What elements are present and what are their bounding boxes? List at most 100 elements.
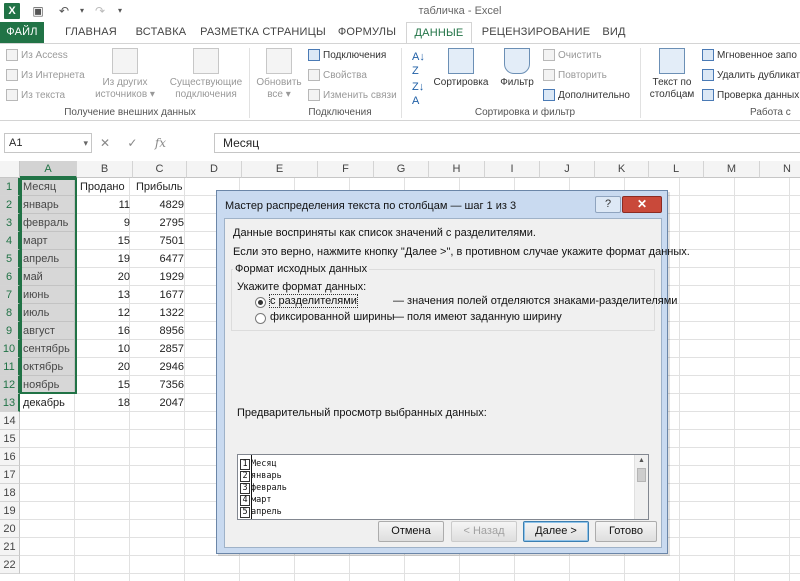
column-header-d[interactable]: D [187,161,242,178]
column-header-a[interactable]: A [20,161,77,178]
cell-b5[interactable]: 19 [77,250,133,268]
row-header-10[interactable]: 10 [0,340,20,358]
insert-function-icon[interactable]: fx [155,136,166,150]
flash-fill-button[interactable]: Мгновенное запо [702,48,797,64]
cell-c1[interactable]: Прибыль [133,178,187,196]
column-header-n[interactable]: N [760,161,800,178]
scroll-thumb[interactable] [637,468,646,482]
row-header-20[interactable]: 20 [0,520,20,538]
cell-b3[interactable]: 9 [77,214,133,232]
row-header-22[interactable]: 22 [0,556,20,574]
radio-delimited-label[interactable]: с разделителями [269,294,358,308]
tab-review[interactable]: РЕЦЕНЗИРОВАНИЕ [476,22,596,43]
refresh-all-button[interactable]: Обновить все ▾ [252,48,306,101]
cell-c10[interactable]: 2857 [133,340,187,358]
cell-c8[interactable]: 1322 [133,304,187,322]
tab-view[interactable]: ВИД [596,22,632,43]
back-button[interactable]: < Назад [451,521,517,542]
row-header-2[interactable]: 2 [0,196,20,214]
help-button[interactable]: ? [595,196,621,213]
column-header-e[interactable]: E [242,161,318,178]
cell-b13[interactable]: 18 [77,394,133,412]
edit-links-button[interactable]: Изменить связи [308,88,397,104]
row-header-3[interactable]: 3 [0,214,20,232]
tab-home[interactable]: ГЛАВНАЯ [58,22,124,43]
column-header-f[interactable]: F [318,161,374,178]
row-header-9[interactable]: 9 [0,322,20,340]
sort-button[interactable]: Сортировка [432,48,490,89]
radio-delimited[interactable] [255,297,266,308]
column-header-b[interactable]: B [77,161,133,178]
cell-a13[interactable]: декабрь [20,394,77,412]
finish-button[interactable]: Готово [595,521,657,542]
cancel-button[interactable]: Отмена [378,521,444,542]
radio-fixed-width-label[interactable]: фиксированной ширины [270,311,395,323]
close-button[interactable]: ✕ [622,196,662,213]
text-to-columns-button[interactable]: Текст по столбцам [644,48,700,101]
data-preview[interactable]: 1 Месяц 2 январь 3 февраль 4 март 5 апрель ▲ [237,454,649,520]
cell-b8[interactable]: 12 [77,304,133,322]
row-header-21[interactable]: 21 [0,538,20,556]
other-sources-button[interactable]: Из других источников ▾ [92,48,158,101]
cell-b4[interactable]: 15 [77,232,133,250]
tab-insert[interactable]: ВСТАВКА [128,22,194,43]
connections-button[interactable]: Подключения [308,48,386,64]
cell-c9[interactable]: 8956 [133,322,187,340]
column-header-i[interactable]: I [485,161,540,178]
cell-b7[interactable]: 13 [77,286,133,304]
cell-c7[interactable]: 1677 [133,286,187,304]
chevron-down-icon[interactable]: ▾ [83,134,88,152]
tab-formulas[interactable]: ФОРМУЛЫ [332,22,402,43]
properties-button[interactable]: Свойства [308,68,367,84]
sort-az-icon[interactable]: A↓ Z [412,50,425,77]
column-header-m[interactable]: M [704,161,760,178]
cell-c13[interactable]: 2047 [133,394,187,412]
row-header-12[interactable]: 12 [0,376,20,394]
tab-page-layout[interactable]: РАЗМЕТКА СТРАНИЦЫ [198,22,328,43]
cell-c11[interactable]: 2946 [133,358,187,376]
cell-c4[interactable]: 7501 [133,232,187,250]
row-header-16[interactable]: 16 [0,448,20,466]
row-header-8[interactable]: 8 [0,304,20,322]
next-button[interactable]: Далее > [523,521,589,542]
row-header-7[interactable]: 7 [0,286,20,304]
name-box[interactable]: A1 ▾ [4,133,92,153]
cell-b6[interactable]: 20 [77,268,133,286]
existing-connections-button[interactable]: Существующие подключения [166,48,246,101]
scroll-up-icon[interactable]: ▲ [635,455,648,467]
row-header-17[interactable]: 17 [0,466,20,484]
row-header-1[interactable]: 1 [0,178,20,196]
cell-b11[interactable]: 20 [77,358,133,376]
reapply-button[interactable]: Повторить [543,68,607,84]
cell-b2[interactable]: 11 [77,196,133,214]
cell-b1[interactable]: Продано [77,178,133,196]
formula-input[interactable]: Месяц [214,133,800,153]
cell-c2[interactable]: 4829 [133,196,187,214]
sort-za-icon[interactable]: Z↓ A [412,80,424,107]
tab-data[interactable]: ДАННЫЕ [406,22,472,44]
row-header-4[interactable]: 4 [0,232,20,250]
column-header-g[interactable]: G [374,161,429,178]
row-header-19[interactable]: 19 [0,502,20,520]
from-web-button[interactable]: Из Интернета [6,68,85,84]
from-text-button[interactable]: Из текста [6,88,65,104]
column-header-l[interactable]: L [649,161,704,178]
clear-filter-button[interactable]: Очистить [543,48,602,64]
row-header-5[interactable]: 5 [0,250,20,268]
row-header-6[interactable]: 6 [0,268,20,286]
row-header-15[interactable]: 15 [0,430,20,448]
confirm-entry-icon[interactable]: ✓ [127,136,137,150]
row-header-13[interactable]: 13 [0,394,20,412]
row-header-11[interactable]: 11 [0,358,20,376]
preview-scrollbar[interactable]: ▲ [634,455,648,519]
column-header-h[interactable]: H [429,161,485,178]
radio-fixed-width[interactable] [255,313,266,324]
advanced-filter-button[interactable]: Дополнительно [543,88,630,104]
filter-button[interactable]: Фильтр [492,48,542,89]
cell-c12[interactable]: 7356 [133,376,187,394]
cell-b10[interactable]: 10 [77,340,133,358]
cell-c3[interactable]: 2795 [133,214,187,232]
data-validation-button[interactable]: Проверка данных [702,88,799,104]
remove-duplicates-button[interactable]: Удалить дубликат [702,68,800,84]
select-all-corner[interactable] [0,161,20,178]
